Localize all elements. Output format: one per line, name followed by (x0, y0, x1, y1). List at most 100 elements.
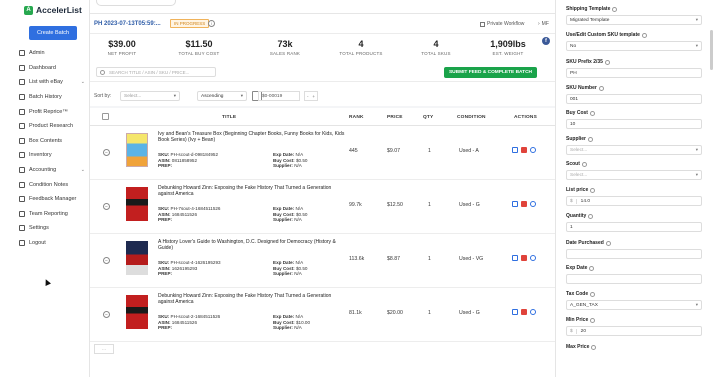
field-input[interactable]: Migrated Template ▾ (566, 15, 702, 25)
sidebar-item-condition-notes[interactable]: Condition Notes (19, 177, 89, 192)
info-icon[interactable]: i (208, 20, 215, 27)
edit-icon[interactable] (512, 147, 518, 153)
help-icon[interactable] (590, 187, 596, 193)
field-input[interactable]: 1 (566, 222, 702, 232)
sidebar-item-batch-history[interactable]: Batch History (19, 90, 89, 105)
sidebar-item-box-contents[interactable]: Box Contents (19, 134, 89, 149)
table-row[interactable]: − Debunking Howard Zinn: Exposing the Fa… (90, 288, 555, 342)
product-image[interactable] (126, 295, 148, 329)
help-icon[interactable] (589, 265, 595, 271)
sidebar-item-list-with-ebay[interactable]: List with eBay ⌄ (19, 75, 89, 90)
col-price[interactable]: PRICE (387, 115, 403, 120)
sidebar-item-profit-reprice[interactable]: Profit Reprice™ (19, 104, 89, 119)
sidebar-item-inventory[interactable]: Inventory (19, 148, 89, 163)
condition-cell[interactable]: Used - VG (459, 256, 483, 262)
help-icon[interactable] (589, 110, 595, 116)
help-icon[interactable] (598, 85, 604, 91)
qty-cell[interactable]: 1 (428, 310, 431, 316)
field-input[interactable]: $14.0 (566, 196, 702, 206)
help-icon[interactable] (590, 291, 596, 297)
condition-cell[interactable]: Used - G (459, 310, 480, 316)
expand-row-icon[interactable]: − (103, 311, 110, 318)
sidebar-item-logout[interactable]: Logout (19, 236, 89, 251)
search-input[interactable]: SEARCH TITLE / ASIN / SKU / PRICE... (96, 67, 216, 77)
sidebar-item-feedback-manager[interactable]: Feedback Manager (19, 192, 89, 207)
field-input[interactable] (566, 274, 702, 284)
facebook-icon[interactable]: f (542, 37, 550, 45)
create-batch-button[interactable]: Create Batch (29, 26, 77, 40)
expand-row-icon[interactable]: − (103, 149, 110, 156)
brand-logo[interactable]: A AccelerList (24, 5, 82, 15)
price-cell[interactable]: $8.87 (387, 256, 400, 262)
date-stepper[interactable]: - + (304, 91, 318, 101)
help-icon[interactable] (588, 136, 594, 142)
help-icon[interactable] (641, 32, 647, 38)
product-title[interactable]: A History Lover's Guide to Washington, D… (158, 239, 348, 252)
qty-cell[interactable]: 1 (428, 148, 431, 154)
field-input[interactable]: Select... ▾ (566, 145, 702, 155)
delete-icon[interactable] (521, 147, 527, 153)
sort-direction-select[interactable]: Ascending ▾ (197, 91, 247, 101)
help-icon[interactable] (581, 161, 587, 167)
top-search-input[interactable] (96, 0, 176, 6)
help-icon[interactable] (588, 213, 594, 219)
field-input[interactable]: No ▾ (566, 41, 702, 51)
sidebar-item-dashboard[interactable]: Dashboard (19, 61, 89, 76)
edit-icon[interactable] (512, 309, 518, 315)
help-icon[interactable] (591, 344, 597, 350)
sort-field-select[interactable]: Select... ▾ (120, 91, 180, 101)
field-input[interactable]: 10 (566, 119, 702, 129)
batch-id[interactable]: PH 2023-07-13T05:59:... (94, 21, 161, 27)
qty-cell[interactable]: 1 (428, 202, 431, 208)
price-cell[interactable]: $9.07 (387, 148, 400, 154)
expand-row-icon[interactable]: − (103, 203, 110, 210)
sidebar-item-settings[interactable]: Settings (19, 221, 89, 236)
col-rank[interactable]: RANK (349, 115, 364, 120)
table-row[interactable]: − Debunking Howard Zinn: Exposing the Fa… (90, 180, 555, 234)
pagination[interactable]: ··· (94, 344, 114, 354)
table-row[interactable]: − A History Lover's Guide to Washington,… (90, 234, 555, 288)
private-workflow-toggle[interactable]: Private Workflow (480, 21, 524, 27)
sidebar-item-admin[interactable]: Admin (19, 46, 89, 61)
copy-icon[interactable] (530, 147, 536, 153)
expand-row-icon[interactable]: − (103, 257, 110, 264)
help-icon[interactable] (604, 59, 610, 65)
copy-icon[interactable] (530, 255, 536, 261)
col-condition[interactable]: CONDITION (457, 115, 486, 120)
submit-feed-button[interactable]: SUBMIT FEED & COMPLETE BATCH (444, 67, 537, 78)
minus-icon[interactable]: - (307, 94, 309, 99)
field-input[interactable]: $20 (566, 326, 702, 336)
field-input[interactable]: A_GEN_TAX ▾ (566, 300, 702, 310)
product-image[interactable] (126, 187, 148, 221)
help-icon[interactable] (590, 317, 596, 323)
product-image[interactable] (126, 241, 148, 275)
edit-icon[interactable] (512, 255, 518, 261)
qty-cell[interactable]: 1 (428, 256, 431, 262)
col-qty[interactable]: QTY (423, 115, 433, 120)
field-input[interactable]: 001 (566, 94, 702, 104)
price-cell[interactable]: $20.00 (387, 310, 403, 316)
edit-icon[interactable] (512, 201, 518, 207)
field-input[interactable]: PH (566, 68, 702, 78)
product-title[interactable]: Ivy and Bean's Treasure Box (Beginning C… (158, 131, 348, 144)
col-title[interactable]: TITLE (222, 115, 236, 120)
select-all-checkbox[interactable] (102, 113, 109, 120)
delete-icon[interactable] (521, 255, 527, 261)
help-icon[interactable] (612, 6, 618, 12)
field-input[interactable] (566, 249, 702, 259)
plus-icon[interactable]: + (312, 94, 315, 99)
copy-icon[interactable] (530, 201, 536, 207)
sidebar-item-accounting[interactable]: Accounting ⌄ (19, 163, 89, 178)
copy-icon[interactable] (530, 309, 536, 315)
mf-toggle[interactable]: › MF (538, 21, 549, 27)
delete-icon[interactable] (521, 201, 527, 207)
table-row[interactable]: − Ivy and Bean's Treasure Box (Beginning… (90, 126, 555, 180)
delete-icon[interactable] (521, 309, 527, 315)
panel-scrollbar[interactable] (710, 30, 713, 70)
date-filter-input[interactable]: $0-00019 (258, 91, 300, 101)
sidebar-item-product-research[interactable]: Product Research (19, 119, 89, 134)
price-cell[interactable]: $12.50 (387, 202, 403, 208)
sidebar-item-team-reporting[interactable]: Team Reporting (19, 207, 89, 222)
help-icon[interactable] (605, 240, 611, 246)
product-title[interactable]: Debunking Howard Zinn: Exposing the Fake… (158, 185, 348, 198)
